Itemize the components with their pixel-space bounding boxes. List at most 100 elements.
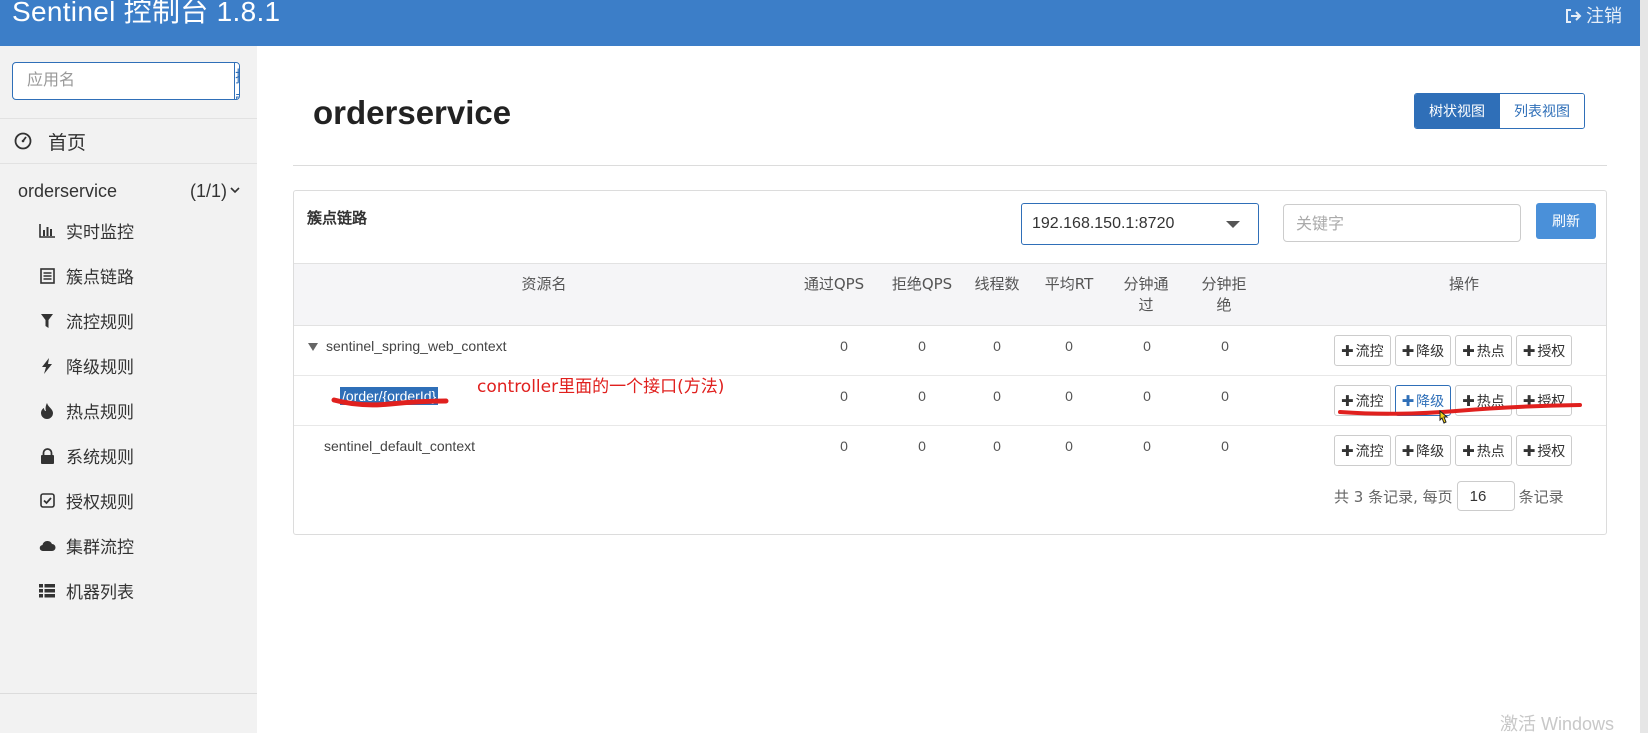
col-threads: 线程数	[974, 275, 1020, 293]
app-search-button[interactable]: 搜索	[234, 63, 239, 99]
app-search-input[interactable]	[13, 63, 234, 99]
sidebar: 搜索 首页 orderservice (1/1) 实时监控 簇点链路 流控规则	[0, 46, 257, 733]
block-qps-cell: 0	[918, 438, 926, 454]
flow-rule-button[interactable]: ✚ 流控	[1334, 435, 1391, 466]
plus-icon: ✚	[1341, 391, 1354, 410]
cloud-icon	[38, 537, 56, 555]
chevron-down-icon	[229, 180, 241, 194]
sidebar-item-home-label: 首页	[48, 132, 87, 154]
row-actions: ✚ 流控 ✚ 降级 ✚ 热点 ✚ 授权	[1334, 335, 1573, 366]
sidebar-item-label: 簇点链路	[66, 268, 134, 287]
sidebar-item-system-rules[interactable]: 系统规则	[38, 433, 257, 478]
sidebar-item-label: 热点规则	[66, 403, 134, 422]
windows-activation-watermark: 激活 Windows	[1500, 714, 1615, 733]
col-avg-rt: 平均RT	[1044, 275, 1094, 293]
refresh-button[interactable]: 刷新	[1536, 203, 1596, 239]
sidebar-item-home[interactable]: 首页	[0, 118, 257, 164]
resource-name: /order/{orderId}	[340, 387, 439, 405]
sidebar-item-flow-rules[interactable]: 流控规则	[38, 298, 257, 343]
page-title: orderservice	[313, 94, 512, 131]
sidebar-item-cluster-flow[interactable]: 集群流控	[38, 523, 257, 568]
resource-name-cell[interactable]: /order/{orderId}	[340, 387, 439, 405]
logout-label: 注销	[1586, 6, 1622, 26]
window-scrollbar[interactable]	[1640, 0, 1648, 733]
sidebar-item-label: 降级规则	[66, 358, 134, 377]
resource-name: sentinel_spring_web_context	[326, 338, 507, 354]
auth-rule-label: 授权	[1537, 343, 1566, 360]
hotspot-rule-label: 热点	[1476, 343, 1505, 360]
caret-down-icon[interactable]	[308, 343, 318, 352]
hotspot-rule-button[interactable]: ✚ 热点	[1455, 435, 1512, 466]
view-toggle: 树状视图 列表视图	[1414, 93, 1585, 129]
table-header: 资源名 通过QPS 拒绝QPS 线程数 平均RT 分钟通 过 分钟拒 绝 操作	[294, 263, 1606, 326]
auth-rule-button[interactable]: ✚ 授权	[1515, 335, 1573, 366]
min-pass-cell: 0	[1143, 388, 1151, 404]
degrade-rule-button[interactable]: ✚ 降级	[1394, 335, 1452, 366]
sidebar-item-label: 系统规则	[66, 448, 134, 467]
pagination: 共 3 条记录, 每页 条记录	[1334, 481, 1564, 511]
flow-rule-button[interactable]: ✚ 流控	[1334, 385, 1391, 416]
pass-qps-cell: 0	[840, 438, 848, 454]
plus-icon: ✚	[1522, 391, 1536, 410]
pager-total-text: 共 3 条记录, 每页	[1334, 487, 1453, 506]
flow-rule-label: 流控	[1355, 393, 1384, 410]
plus-icon: ✚	[1401, 341, 1415, 360]
min-pass-cell: 0	[1143, 338, 1151, 354]
flow-rule-label: 流控	[1355, 343, 1384, 360]
title-divider	[293, 165, 1607, 166]
plus-icon: ✚	[1341, 341, 1354, 360]
auth-rule-button[interactable]: ✚ 授权	[1515, 385, 1573, 416]
lock-icon	[38, 447, 56, 465]
col-min-block-line1: 分钟拒	[1201, 275, 1247, 293]
sidebar-item-label: 机器列表	[66, 583, 134, 602]
threads-cell: 0	[993, 388, 1001, 404]
resource-name: sentinel_default_context	[324, 438, 475, 454]
resource-name-cell[interactable]: sentinel_spring_web_context	[308, 338, 507, 354]
sidebar-item-hotspot-rules[interactable]: 热点规则	[38, 388, 257, 433]
col-min-pass-line1: 分钟通	[1123, 275, 1169, 293]
auth-rule-button[interactable]: ✚ 授权	[1515, 435, 1573, 466]
hotspot-rule-button[interactable]: ✚ 热点	[1455, 385, 1512, 416]
degrade-rule-label: 降级	[1416, 343, 1445, 360]
pass-qps-cell: 0	[840, 388, 848, 404]
app-name: orderservice	[18, 180, 118, 201]
row-actions: ✚ 流控 ✚ 降级 ✚ 热点 ✚ 授权	[1334, 435, 1573, 466]
plus-icon: ✚	[1462, 341, 1475, 360]
list-view-button[interactable]: 列表视图	[1499, 94, 1584, 128]
sidebar-item-label: 授权规则	[66, 493, 134, 512]
brand-title[interactable]: Sentinel 控制台 1.8.1	[12, 0, 280, 30]
sidebar-item-machine-list[interactable]: 机器列表	[38, 568, 257, 613]
page-size-input[interactable]	[1456, 481, 1515, 511]
sidebar-item-realtime-monitor[interactable]: 实时监控	[38, 208, 257, 253]
sidebar-item-label: 集群流控	[66, 538, 134, 557]
machine-select[interactable]: 192.168.150.1:8720	[1021, 203, 1259, 245]
annotation-note: controller里面的一个接口(方法)	[477, 377, 725, 397]
sign-out-icon	[1564, 7, 1582, 25]
plus-icon: ✚	[1341, 441, 1354, 460]
resource-name-cell[interactable]: sentinel_default_context	[324, 438, 475, 454]
hotspot-rule-button[interactable]: ✚ 热点	[1455, 335, 1512, 366]
col-min-pass: 分钟通 过	[1106, 274, 1186, 316]
sidebar-item-cluster-links[interactable]: 簇点链路	[38, 253, 257, 298]
app-machine-count: (1/1)	[189, 180, 227, 201]
flow-rule-button[interactable]: ✚ 流控	[1334, 335, 1391, 366]
threads-cell: 0	[993, 338, 1001, 354]
fire-icon	[38, 402, 56, 420]
degrade-rule-button[interactable]: ✚ 降级	[1394, 435, 1452, 466]
dashboard-icon	[14, 132, 32, 150]
hotspot-rule-label: 热点	[1476, 443, 1505, 460]
degrade-rule-button[interactable]: ✚ 降级	[1394, 385, 1452, 416]
col-resource: 资源名	[521, 275, 567, 293]
tree-view-button[interactable]: 树状视图	[1415, 94, 1499, 128]
logout-button[interactable]: 注销	[1564, 4, 1622, 28]
table-row: sentinel_default_context 0 0 0 0 0 0 ✚ 流控…	[294, 427, 1606, 476]
min-block-cell: 0	[1221, 338, 1229, 354]
pager-suffix-text: 条记录	[1518, 487, 1564, 506]
block-qps-cell: 0	[918, 388, 926, 404]
sidebar-item-degrade-rules[interactable]: 降级规则	[38, 343, 257, 388]
sidebar-item-auth-rules[interactable]: 授权规则	[38, 478, 257, 523]
keyword-search-input[interactable]	[1283, 204, 1521, 242]
avg-rt-cell: 0	[1065, 338, 1073, 354]
col-pass-qps: 通过QPS	[803, 275, 865, 293]
bar-chart-icon	[38, 222, 56, 240]
